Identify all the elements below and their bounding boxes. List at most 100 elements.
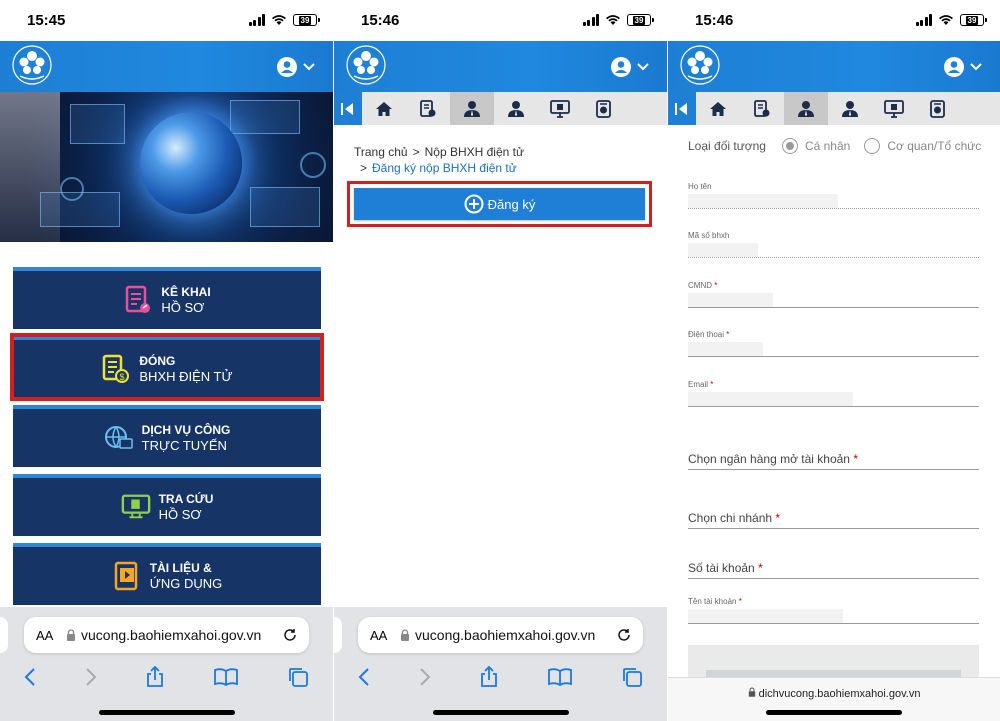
menu-dich-vu-cong-truc-tuyen[interactable]: DỊCH VỤ CÔNG TRỰC TUYẾN (13, 405, 321, 467)
field-underline (688, 257, 979, 258)
reload-icon[interactable] (617, 628, 631, 642)
hero-hud-panel (230, 100, 300, 134)
user-account-menu[interactable] (611, 57, 649, 77)
document-edit-icon (123, 285, 153, 315)
reader-aa-button[interactable]: AA (370, 628, 400, 643)
user-account-menu[interactable] (944, 57, 982, 77)
redacted-value (688, 342, 763, 356)
nav-electronic-payment[interactable] (450, 92, 494, 125)
bhxh-logo[interactable] (12, 45, 52, 85)
menu-label-main: ĐÓNG (139, 354, 176, 368)
nav-declaration[interactable] (406, 92, 450, 125)
previous-tab-peek[interactable] (334, 617, 342, 653)
required-mark: * (853, 452, 858, 466)
panel-register-page: 15:46 39 Trang chủ > Nộp BHXH điện tử > Đăn… (334, 0, 667, 721)
redacted-value (688, 243, 758, 257)
field-underline (688, 406, 979, 407)
nav-documents[interactable] (582, 92, 626, 125)
field-full-name[interactable]: Họ tên (688, 182, 979, 209)
wifi-icon (606, 15, 620, 25)
bhxh-logo[interactable] (346, 45, 386, 85)
nav-lookup[interactable] (872, 92, 916, 125)
field-phone[interactable]: Điện thoại * (688, 330, 979, 357)
field-label-text: Tên tài khoản (688, 597, 737, 606)
nav-online-service[interactable] (828, 92, 872, 125)
battery-level: 39 (298, 15, 312, 25)
address-bar[interactable]: AA vucong.baohiemxahoi.gov.vn (358, 617, 643, 653)
nav-home[interactable] (362, 92, 406, 125)
menu-tra-cuu-ho-so[interactable]: TRA CỨU HỒ SƠ (13, 474, 321, 536)
nav-electronic-payment[interactable] (784, 92, 828, 125)
radio-individual[interactable]: Cá nhân (781, 138, 850, 154)
url-text: vucong.baohiemxahoi.gov.vn (81, 627, 262, 643)
user-account-menu[interactable] (277, 57, 315, 77)
lock-icon (67, 629, 75, 641)
register-button[interactable]: Đăng ký (354, 188, 645, 220)
breadcrumb-home[interactable]: Trang chủ (354, 145, 408, 159)
bookmarks-icon[interactable] (548, 668, 572, 686)
chevron-down-icon (637, 63, 649, 71)
home-indicator (98, 710, 235, 715)
safari-bottom-bar: AA vucong.baohiemxahoi.gov.vn (0, 607, 333, 721)
field-cmnd[interactable]: CMND * (688, 281, 979, 308)
select-bank[interactable]: Chọn ngân hàng mở tài khoản * (688, 452, 979, 470)
forward-arrow-icon[interactable] (419, 667, 431, 687)
user-avatar-icon (944, 57, 964, 77)
address-bar[interactable]: AA vucong.baohiemxahoi.gov.vn (24, 617, 309, 653)
media-book-icon (112, 561, 142, 591)
status-bar: 15:46 39 (668, 0, 1000, 41)
status-bar: 15:46 39 (334, 0, 667, 41)
field-label: Mã số bhxh (688, 231, 730, 240)
menu-ke-khai-ho-so[interactable]: KÊ KHAI HỒ SƠ (13, 267, 321, 329)
nav-documents[interactable] (916, 92, 960, 125)
reader-aa-button[interactable]: AA (36, 628, 66, 643)
nav-online-service[interactable] (494, 92, 538, 125)
app-header (0, 41, 333, 92)
bhxh-logo[interactable] (680, 45, 720, 85)
back-arrow-icon[interactable] (24, 667, 36, 687)
collapse-back-button[interactable] (668, 92, 696, 125)
tabs-icon[interactable] (621, 666, 643, 688)
forward-arrow-icon[interactable] (85, 667, 97, 687)
breadcrumb-level1[interactable]: Nộp BHXH điện tử (425, 145, 524, 159)
radio-organization-label: Cơ quan/Tổ chức (887, 139, 982, 153)
register-button-label: Đăng ký (487, 196, 536, 212)
monitor-icon (884, 99, 904, 118)
field-label-text: CMND (688, 281, 712, 290)
document-check-icon (754, 99, 770, 117)
nav-declaration[interactable] (740, 92, 784, 125)
safari-bottom-bar: AA vucong.baohiemxahoi.gov.vn (334, 607, 667, 721)
nav-lookup[interactable] (538, 92, 582, 125)
menu-tai-lieu-ung-dung[interactable]: TÀI LIỆU & ỨNG DỤNG (13, 543, 321, 605)
menu-label-sub: BHXH ĐIỆN TỬ (139, 369, 233, 384)
field-bhxh-code[interactable]: Mã số bhxh (688, 231, 979, 258)
safari-compact-url-bar[interactable]: dichvucong.baohiemxahoi.gov.vn (668, 677, 1000, 721)
svg-text:$: $ (120, 372, 125, 382)
select-branch[interactable]: Chọn chi nhánh * (688, 511, 979, 529)
status-bar: 15:45 39 (0, 0, 333, 41)
tabs-icon[interactable] (287, 666, 309, 688)
share-icon[interactable] (145, 666, 165, 688)
hero-banner-image (0, 92, 333, 242)
menu-label-sub: TRỰC TUYẾN (141, 438, 227, 453)
input-account-number[interactable]: Số tài khoản * (688, 561, 979, 579)
collapse-back-button[interactable] (334, 92, 362, 125)
select-branch-label: Chọn chi nhánh (688, 511, 773, 525)
field-account-name[interactable]: Tên tài khoản * (688, 597, 979, 624)
nav-home[interactable] (696, 92, 740, 125)
menu-dong-bhxh-dien-tu[interactable]: $ ĐÓNG BHXH ĐIỆN TỬ (10, 333, 324, 401)
bookmarks-icon[interactable] (214, 668, 238, 686)
subject-type-label: Loại đối tượng (688, 139, 766, 153)
battery-level: 39 (632, 15, 646, 25)
radio-organization[interactable]: Cơ quan/Tổ chức (864, 138, 981, 154)
required-mark: * (714, 281, 718, 290)
module-nav (668, 92, 1000, 125)
media-document-icon (596, 99, 611, 118)
url-text: vucong.baohiemxahoi.gov.vn (415, 627, 596, 643)
status-time: 15:46 (361, 12, 400, 29)
field-email[interactable]: Email * (688, 380, 979, 407)
previous-tab-peek[interactable] (0, 617, 8, 653)
back-arrow-icon[interactable] (358, 667, 370, 687)
share-icon[interactable] (479, 666, 499, 688)
reload-icon[interactable] (283, 628, 297, 642)
